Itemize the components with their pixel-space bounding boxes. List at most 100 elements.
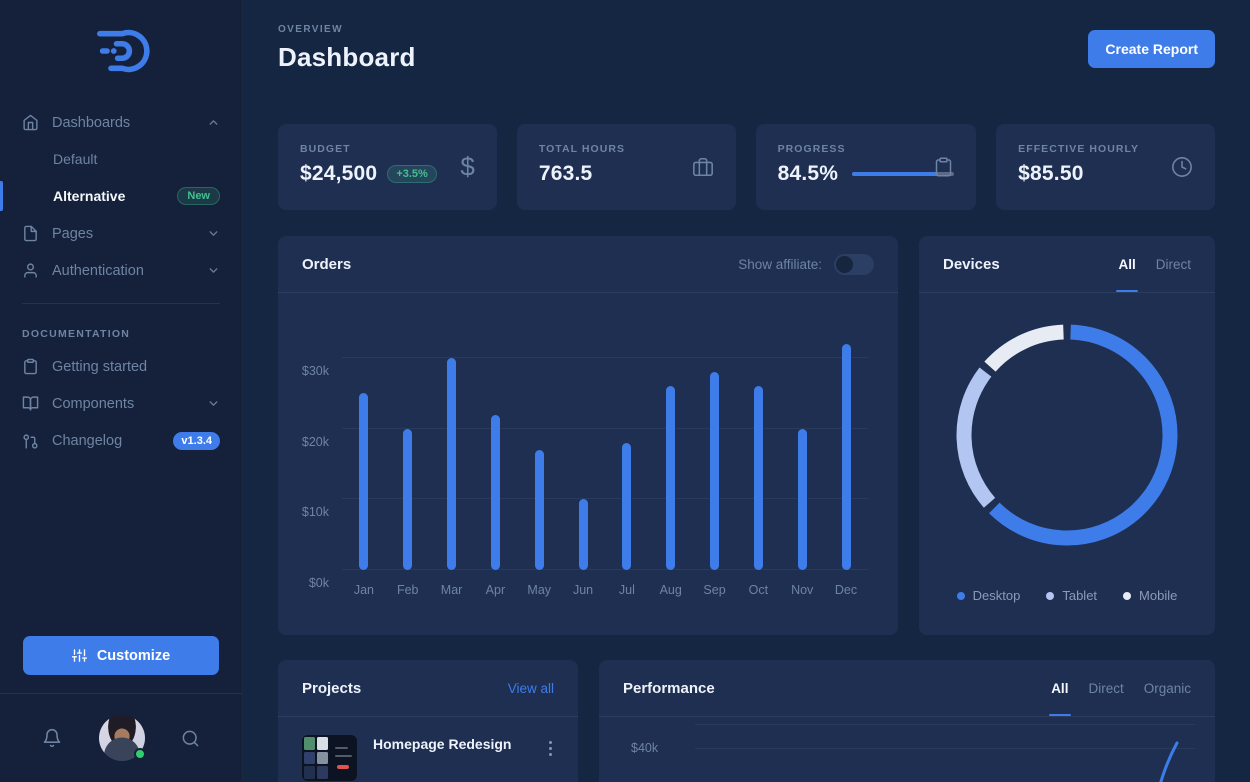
bar-jan xyxy=(359,393,368,570)
legend-label: Tablet xyxy=(1062,588,1097,603)
projects-title: Projects xyxy=(302,680,361,697)
bar-sep xyxy=(710,372,719,570)
legend-dot xyxy=(1046,592,1054,600)
bar-column xyxy=(386,330,430,570)
sidebar-docs-nav: Getting started Components Changelog v1.… xyxy=(0,348,242,460)
dashkit-logo-icon xyxy=(92,24,150,78)
user-icon xyxy=(22,262,39,279)
performance-tab-direct[interactable]: Direct xyxy=(1088,662,1123,715)
x-axis-tick: Sep xyxy=(693,583,737,597)
clipboard-icon xyxy=(933,157,954,178)
bell-icon[interactable] xyxy=(42,728,62,748)
new-badge: New xyxy=(177,187,220,205)
x-axis-tick: Apr xyxy=(473,583,517,597)
kebab-menu-icon[interactable] xyxy=(547,735,554,762)
sidebar-item-pages[interactable]: Pages xyxy=(0,215,242,252)
bar-column xyxy=(649,330,693,570)
y-axis-tick: $10k xyxy=(302,505,329,519)
briefcase-icon xyxy=(692,156,714,178)
x-axis-tick: Oct xyxy=(736,583,780,597)
stat-label: Progress xyxy=(778,143,955,155)
bar-may xyxy=(535,450,544,570)
sidebar-item-components[interactable]: Components xyxy=(0,385,242,422)
sidebar-item-label: Changelog xyxy=(52,433,122,449)
x-axis-tick: Jul xyxy=(605,583,649,597)
bar-aug xyxy=(666,386,675,570)
legend-label: Mobile xyxy=(1139,588,1177,603)
clock-icon xyxy=(1171,156,1193,178)
stat-value: $85.50 xyxy=(1018,162,1083,186)
x-axis-tick: Dec xyxy=(824,583,868,597)
legend-item-tablet[interactable]: Tablet xyxy=(1046,588,1097,603)
sidebar-item-label: Dashboards xyxy=(52,115,130,131)
project-name: Homepage Redesign xyxy=(373,735,511,753)
show-affiliate-label: Show affiliate: xyxy=(738,257,822,272)
projects-card-header: Projects View all xyxy=(278,660,578,717)
x-axis-tick: Nov xyxy=(780,583,824,597)
book-icon xyxy=(22,395,39,412)
performance-card-header: Performance All Direct Organic xyxy=(599,660,1215,717)
orders-bar-chart: $0k$10k$20k$30k xyxy=(342,330,868,570)
stat-label: Total hours xyxy=(539,143,714,155)
legend-item-desktop[interactable]: Desktop xyxy=(957,588,1021,603)
sidebar-item-alternative[interactable]: Alternative New xyxy=(0,177,242,215)
sidebar-item-default[interactable]: Default xyxy=(0,141,242,177)
bar-feb xyxy=(403,429,412,570)
bar-nov xyxy=(798,429,807,570)
chevron-down-icon xyxy=(207,264,220,277)
bar-column xyxy=(780,330,824,570)
orders-card-header: Orders Show affiliate: xyxy=(278,236,898,293)
orders-bars xyxy=(342,330,868,570)
devices-title: Devices xyxy=(943,256,1000,273)
performance-card: Performance All Direct Organic $40k xyxy=(599,660,1215,782)
bar-column xyxy=(736,330,780,570)
project-list-item[interactable]: Homepage Redesign xyxy=(278,717,578,781)
sidebar-item-label: Default xyxy=(53,151,97,167)
file-icon xyxy=(22,225,39,242)
brand-logo[interactable] xyxy=(92,24,150,78)
sidebar-nav: Dashboards Default Alternative New Pages xyxy=(0,104,242,289)
orders-month-labels: JanFebMarAprMayJunJulAugSepOctNovDec xyxy=(342,583,868,597)
bar-dec xyxy=(842,344,851,570)
performance-tab-all[interactable]: All xyxy=(1051,662,1068,715)
sidebar-item-label: Components xyxy=(52,396,134,412)
performance-tab-organic[interactable]: Organic xyxy=(1144,662,1191,715)
legend-item-mobile[interactable]: Mobile xyxy=(1123,588,1177,603)
x-axis-tick: Jan xyxy=(342,583,386,597)
customize-button[interactable]: Customize xyxy=(23,636,219,675)
donut-segment-mobile xyxy=(951,319,1183,551)
stat-card-total-hours: Total hours 763.5 xyxy=(517,124,736,210)
devices-tab-direct[interactable]: Direct xyxy=(1156,238,1191,291)
bar-oct xyxy=(754,386,763,570)
project-thumbnail xyxy=(302,735,357,781)
sidebar-item-label: Alternative xyxy=(53,188,125,204)
chevron-down-icon xyxy=(207,397,220,410)
sidebar-item-changelog[interactable]: Changelog v1.3.4 xyxy=(0,422,242,460)
sidebar-item-label: Getting started xyxy=(52,359,147,375)
x-axis-tick: Aug xyxy=(649,583,693,597)
git-branch-icon xyxy=(22,433,39,450)
stat-card-progress: Progress 84.5% xyxy=(756,124,977,210)
bar-column xyxy=(561,330,605,570)
avatar[interactable] xyxy=(99,715,145,761)
sidebar-item-dashboards[interactable]: Dashboards xyxy=(0,104,242,141)
search-icon[interactable] xyxy=(181,729,200,748)
sidebar-item-label: Pages xyxy=(52,226,93,242)
create-report-button[interactable]: Create Report xyxy=(1088,30,1215,68)
devices-tab-all[interactable]: All xyxy=(1118,238,1135,291)
show-affiliate-toggle[interactable] xyxy=(834,254,874,275)
stat-label: Budget xyxy=(300,143,475,155)
sidebar-section-heading: Documentation xyxy=(0,318,242,348)
stat-value: 763.5 xyxy=(539,162,593,186)
bar-column xyxy=(517,330,561,570)
sidebar-item-authentication[interactable]: Authentication xyxy=(0,252,242,289)
page-title: Dashboard xyxy=(278,42,416,73)
toggle-knob xyxy=(836,256,853,273)
view-all-link[interactable]: View all xyxy=(508,681,554,696)
stat-card-budget: Budget $24,500 +3.5% $ xyxy=(278,124,497,210)
customize-button-label: Customize xyxy=(97,648,170,664)
sidebar-item-getting-started[interactable]: Getting started xyxy=(0,348,242,385)
x-axis-tick: Jun xyxy=(561,583,605,597)
bottom-row: Projects View all Homepage Redesign Perf… xyxy=(278,660,1215,782)
stats-row: Budget $24,500 +3.5% $ Total hours 763.5… xyxy=(278,124,1215,210)
